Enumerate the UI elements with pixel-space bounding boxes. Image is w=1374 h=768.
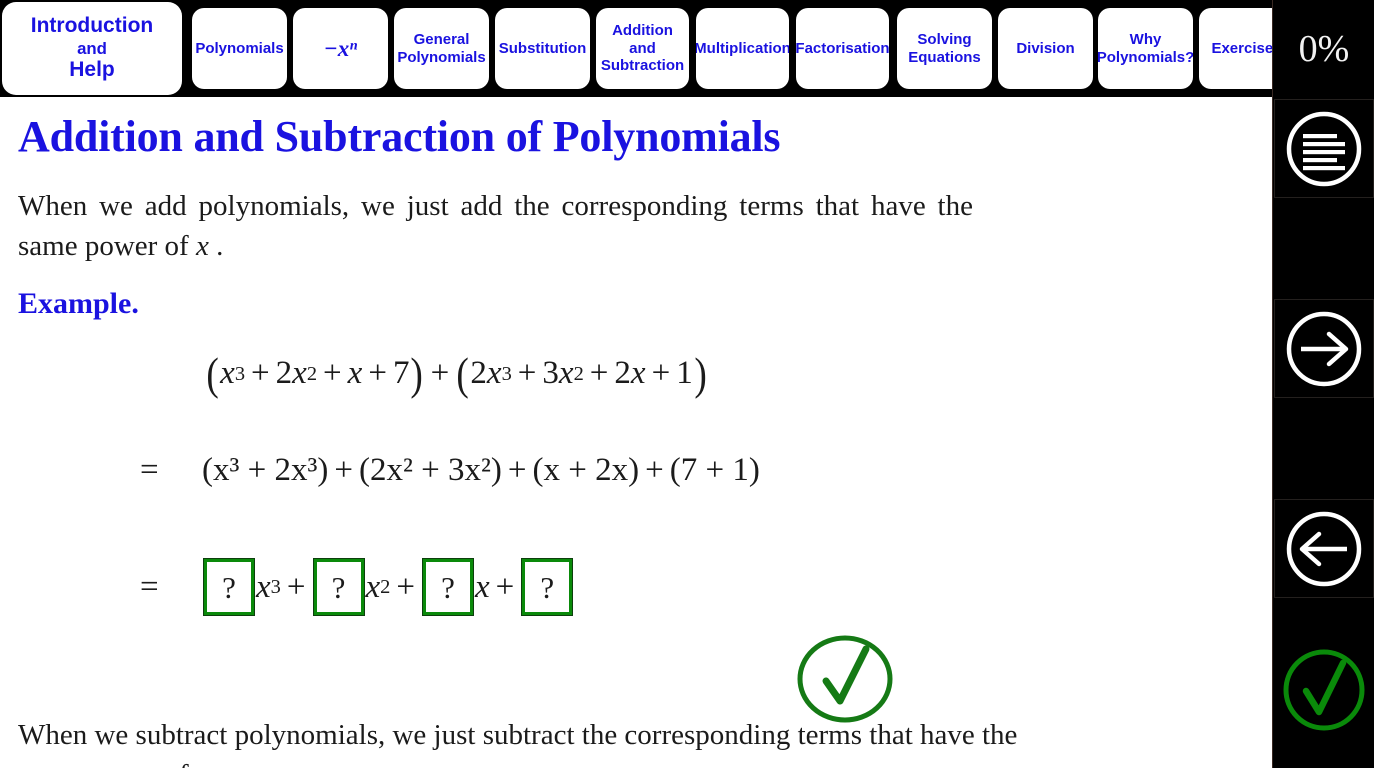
previous-button[interactable] xyxy=(1274,499,1374,598)
term-x-2: x xyxy=(292,355,307,391)
tab-why-polynomials[interactable]: Why Polynomials? xyxy=(1098,8,1193,89)
tab-polynomials-line-1: Polynomials xyxy=(195,39,284,57)
next-button[interactable] xyxy=(1274,299,1374,398)
inline-variable-x: x xyxy=(195,230,209,263)
check-circle-icon xyxy=(1283,649,1365,730)
example-label: Example. xyxy=(18,287,139,320)
operator-plus-main: + xyxy=(430,355,450,391)
operator-plus-4: + xyxy=(517,355,537,391)
tab-addition-and-subtraction-line-1: Addition xyxy=(612,21,673,39)
tab-introduction-and-help-line-2: and xyxy=(77,38,107,58)
tab-general-polynomials-line-2: Polynomials xyxy=(397,48,486,66)
tab-general-polynomials[interactable]: General Polynomials xyxy=(394,8,489,89)
coef-2-1: 2 xyxy=(275,355,293,391)
tab-introduction-and-help[interactable]: Introduction and Help xyxy=(2,2,182,95)
answer-input-cubic[interactable]: ? xyxy=(203,558,255,616)
tab-addition-and-subtraction[interactable]: Addition and Subtraction xyxy=(596,8,689,89)
term-x-6: x xyxy=(630,355,646,391)
tab-factorisation-line-1: Factorisation xyxy=(796,39,889,57)
tab-minus-x-n[interactable]: −xⁿ xyxy=(293,8,388,89)
check-answer-button[interactable] xyxy=(1274,640,1374,739)
answer-term-x-2: x xyxy=(365,568,381,605)
right-sidebar: 0% xyxy=(1272,0,1374,768)
operator-plus-2: + xyxy=(323,355,342,391)
tab-polynomials[interactable]: Polynomials xyxy=(192,8,287,89)
answer-term-x-1: x xyxy=(256,568,271,605)
tab-division-line-1: Division xyxy=(1016,39,1075,57)
subtraction-paragraph: When we subtract polynomials, we just su… xyxy=(18,715,1018,768)
group-cubic: (x³ + 2x³) xyxy=(202,452,329,488)
tab-substitution[interactable]: Substitution xyxy=(495,8,590,89)
operator-plus-5: + xyxy=(589,355,609,391)
paren-open-1: ( xyxy=(206,347,219,399)
operator-plus-g2: + xyxy=(507,452,527,488)
page-title: Addition and Subtraction of Polynomials xyxy=(18,112,781,161)
paren-open-2: ( xyxy=(456,347,470,399)
equals-sign-1: = xyxy=(140,452,159,488)
equation-line-1: ( x3 + 2x2 + x + 7 ) + ( 2x3 + 3x2 + 2x … xyxy=(206,347,707,399)
group-quadratic: (2x² + 3x²) xyxy=(359,452,502,488)
answer-term-x-3: x xyxy=(475,568,490,605)
tab-why-polynomials-line-1: Why xyxy=(1129,30,1162,48)
tab-addition-and-subtraction-line-3: Subtraction xyxy=(600,57,685,75)
term-x-3: x xyxy=(347,355,363,391)
equation-line-3-answer-row: = ? x3 + ? x2 + ? x + ? xyxy=(140,558,574,616)
tab-why-polynomials-line-2: Polynomials? xyxy=(1098,48,1193,66)
progress-percentage: 0% xyxy=(1298,27,1350,70)
tab-multiplication-line-1: Multiplication xyxy=(696,39,789,57)
tab-substitution-line-1: Substitution xyxy=(498,39,587,57)
operator-plus-3: + xyxy=(368,355,387,391)
equation-line-2: = (x³ + 2x³) + (2x² + 3x²) + (x + 2x) + … xyxy=(140,452,760,489)
lesson-content-panel: Addition and Subtraction of Polynomials … xyxy=(0,97,1272,768)
tab-solving-equations-line-1: Solving xyxy=(917,30,972,48)
coef-2-2: 2 xyxy=(470,355,487,391)
inline-variable-x: x xyxy=(196,759,209,768)
tab-factorisation[interactable]: Factorisation xyxy=(796,8,889,89)
coef-3-1: 3 xyxy=(542,355,559,391)
answer-input-quadratic[interactable]: ? xyxy=(312,558,365,616)
inline-check-answer-button[interactable] xyxy=(795,633,895,725)
topic-tab-bar: Introduction and Help Polynomials −xⁿ General… xyxy=(0,0,1374,97)
paren-close-1: ) xyxy=(410,347,424,399)
tab-introduction-and-help-line-1: Introduction xyxy=(30,13,154,37)
constant-7: 7 xyxy=(392,355,410,391)
coef-2-3: 2 xyxy=(614,355,631,391)
tab-solving-equations-line-2: Equations xyxy=(908,48,981,66)
arrow-right-icon xyxy=(1286,311,1362,386)
answer-input-linear[interactable]: ? xyxy=(422,558,474,616)
constant-1: 1 xyxy=(676,355,693,391)
menu-button[interactable] xyxy=(1274,99,1374,198)
app-root: Introduction and Help Polynomials −xⁿ General… xyxy=(0,0,1374,768)
operator-plus-g1: + xyxy=(334,452,354,488)
menu-icon xyxy=(1286,111,1362,186)
term-x-4: x xyxy=(486,355,502,391)
answer-operator-plus-1: + xyxy=(286,568,306,605)
intro-paragraph: When we add polynomials, we just add the… xyxy=(18,190,973,263)
tab-general-polynomials-line-1: General xyxy=(413,30,470,48)
term-x-5: x xyxy=(558,355,574,391)
answer-input-constant[interactable]: ? xyxy=(521,558,574,616)
tab-minus-x-n-line-1: −xⁿ xyxy=(323,35,358,61)
tab-addition-and-subtraction-line-2: and xyxy=(629,39,656,57)
check-circle-icon xyxy=(797,635,893,723)
operator-plus-6: + xyxy=(651,355,671,391)
operator-plus-1: + xyxy=(251,355,270,391)
tab-solving-equations[interactable]: Solving Equations xyxy=(897,8,992,89)
arrow-left-icon xyxy=(1286,511,1362,586)
group-constant: (7 + 1) xyxy=(669,452,760,488)
group-linear: (x + 2x) xyxy=(532,452,640,488)
equals-sign-2: = xyxy=(140,568,159,605)
paren-close-2: ) xyxy=(694,347,707,399)
tab-introduction-and-help-line-3: Help xyxy=(69,58,115,82)
operator-plus-g3: + xyxy=(645,452,664,488)
term-x-1: x xyxy=(220,355,235,391)
answer-operator-plus-3: + xyxy=(495,568,515,605)
tab-division[interactable]: Division xyxy=(998,8,1093,89)
tab-multiplication[interactable]: Multiplication xyxy=(696,8,789,89)
answer-operator-plus-2: + xyxy=(396,568,415,605)
